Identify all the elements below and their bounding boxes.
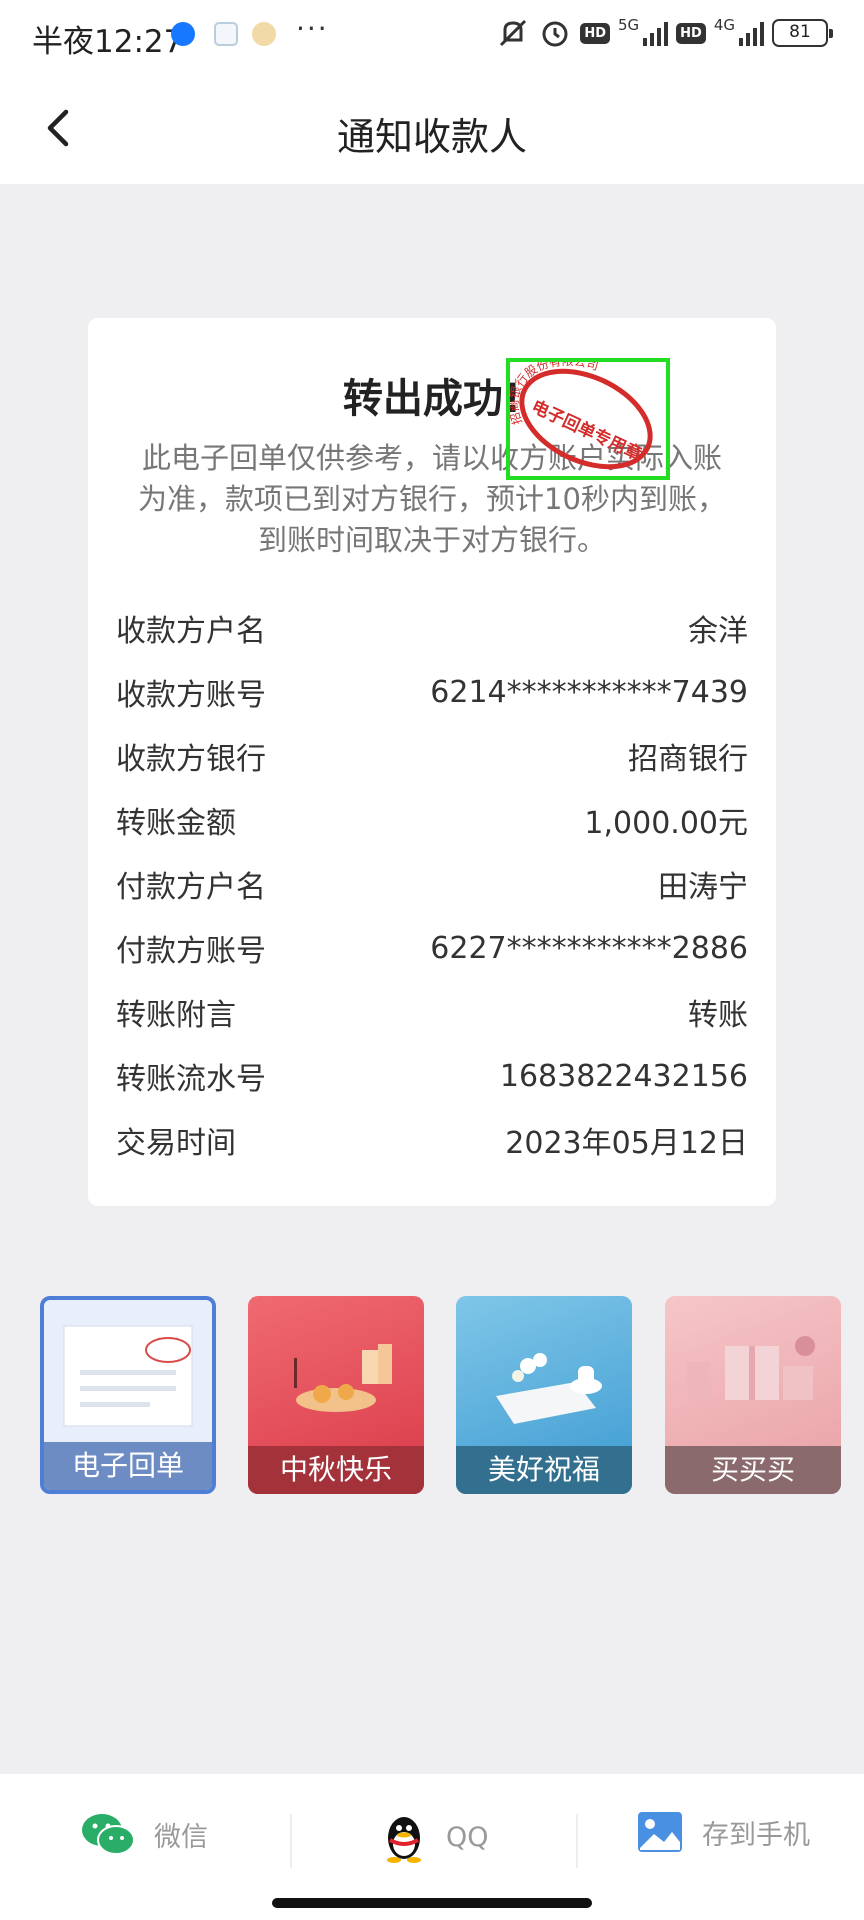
status-bar: 半夜12:27 ··· HD 5G HD 4G 81 <box>0 0 864 72</box>
qq-notification-icon <box>252 22 276 46</box>
template-shopping[interactable]: 买买买 <box>665 1296 841 1494</box>
status-time: 半夜12:27 <box>32 24 184 60</box>
app-notification-icon <box>214 22 238 46</box>
detail-value: 2023年05月12日 <box>505 1126 748 1161</box>
detail-row: 付款方户名 田涛宁 <box>116 852 748 916</box>
hd-badge: HD <box>676 22 706 44</box>
share-wechat-button[interactable]: 微信 <box>80 1810 208 1858</box>
template-e-receipt[interactable]: 电子回单 <box>40 1296 216 1494</box>
wechat-icon <box>82 1814 135 1855</box>
receipt-card: 转出成功! 此电子回单仅供参考，请以收方账户实际入账为准，款项已到对方银行，预计… <box>88 318 776 1206</box>
receipt-thumbnail-icon <box>63 1325 193 1427</box>
detail-row: 转账附言 转账 <box>116 980 748 1044</box>
battery-icon: 81 <box>772 19 833 47</box>
share-label: 微信 <box>154 1821 208 1853</box>
template-label: 中秋快乐 <box>248 1446 424 1494</box>
qq-icon <box>387 1817 421 1863</box>
detail-label: 转账金额 <box>116 806 236 841</box>
share-label: QQ <box>446 1821 489 1853</box>
detail-label: 交易时间 <box>116 1126 236 1161</box>
alarm-icon <box>542 21 568 47</box>
save-to-phone-button[interactable]: 存到手机 <box>636 1810 810 1854</box>
app-notification-icon <box>171 22 195 46</box>
flowers-illustration-icon <box>496 1353 602 1424</box>
detail-row: 转账流水号 1683822432156 <box>116 1044 748 1108</box>
divider <box>290 1814 292 1868</box>
gifts-illustration-icon <box>687 1336 815 1400</box>
receipt-title: 转出成功! <box>342 376 522 422</box>
detail-label: 转账流水号 <box>116 1062 266 1097</box>
detail-label: 转账附言 <box>116 998 236 1033</box>
detail-value: 余洋 <box>688 614 748 649</box>
divider <box>576 1814 578 1868</box>
share-qq-button[interactable]: QQ <box>380 1810 489 1864</box>
page-title: 通知收款人 <box>336 115 527 159</box>
detail-label: 付款方户名 <box>116 870 266 905</box>
home-indicator[interactable] <box>272 1898 592 1908</box>
detail-row: 收款方银行 招商银行 <box>116 724 748 788</box>
signal-icon <box>643 20 669 46</box>
detail-value: 田涛宁 <box>658 870 748 905</box>
detail-value: 1,000.00元 <box>584 806 748 841</box>
detail-label: 收款方账号 <box>116 678 266 713</box>
detail-row: 收款方户名 余洋 <box>116 596 748 660</box>
image-icon <box>638 1812 682 1852</box>
detail-row: 交易时间 2023年05月12日 <box>116 1108 748 1172</box>
signal-icon <box>739 20 764 46</box>
detail-label: 收款方户名 <box>116 614 266 649</box>
receipt-details: 收款方户名 余洋 收款方账号 6214***********7439 收款方银行 招商… <box>116 596 748 1172</box>
mooncake-illustration-icon <box>294 1344 392 1412</box>
detail-value: 1683822432156 <box>499 1058 748 1094</box>
detail-value: 转账 <box>688 998 748 1033</box>
mute-icon <box>500 19 527 47</box>
title-bar: 通知收款人 <box>0 72 864 184</box>
share-label: 存到手机 <box>702 1819 810 1851</box>
detail-row: 转账金额 1,000.00元 <box>116 788 748 852</box>
template-label: 买买买 <box>665 1446 841 1494</box>
template-best-wishes[interactable]: 美好祝福 <box>456 1296 632 1494</box>
template-label: 美好祝福 <box>456 1446 632 1494</box>
detail-value: 招商银行 <box>628 742 748 777</box>
more-notifications-icon: ··· <box>296 12 329 45</box>
detail-value: 6214***********7439 <box>430 674 748 710</box>
network-4g-label: 4G <box>713 16 735 34</box>
stamp-highlight-box <box>506 358 670 480</box>
template-mid-autumn[interactable]: 中秋快乐 <box>248 1296 424 1494</box>
network-5g-label: 5G <box>617 16 640 34</box>
detail-label: 付款方账号 <box>116 934 266 969</box>
hd-badge: HD <box>580 22 610 44</box>
detail-value: 6227***********2886 <box>430 930 748 966</box>
detail-row: 付款方账号 6227***********2886 <box>116 916 748 980</box>
template-label: 电子回单 <box>44 1442 212 1490</box>
detail-row: 收款方账号 6214***********7439 <box>116 660 748 724</box>
detail-label: 收款方银行 <box>116 742 266 777</box>
